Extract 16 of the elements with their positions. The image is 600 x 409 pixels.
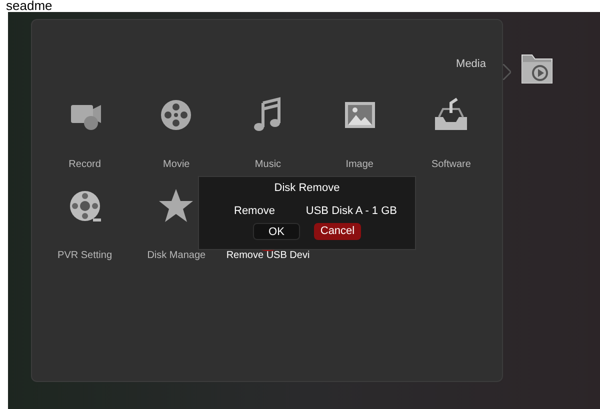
dialog-label: Remove [234, 204, 275, 218]
dialog-title: Disk Remove [274, 181, 340, 196]
dialog-button[interactable]: OK [253, 223, 300, 240]
menu-item[interactable]: Remove USB Devi [226, 248, 310, 263]
menu-item[interactable]: Record [68, 157, 101, 172]
disk-name: USB Disk A - 1 GB [306, 204, 397, 218]
menu-item[interactable]: Music [254, 157, 282, 172]
menu-title: Media [456, 57, 486, 72]
dialog-button[interactable]: Cancel [314, 223, 361, 240]
menu-item[interactable]: Software [431, 157, 471, 172]
menu-item[interactable]: PVR Setting [58, 248, 112, 263]
pointer-icon [503, 64, 511, 80]
menu-item[interactable]: Image [346, 157, 374, 172]
menu-item[interactable]: Movie [163, 157, 190, 172]
menu-item[interactable]: Disk Manage [147, 248, 206, 263]
caption: seadme [5, 0, 54, 12]
